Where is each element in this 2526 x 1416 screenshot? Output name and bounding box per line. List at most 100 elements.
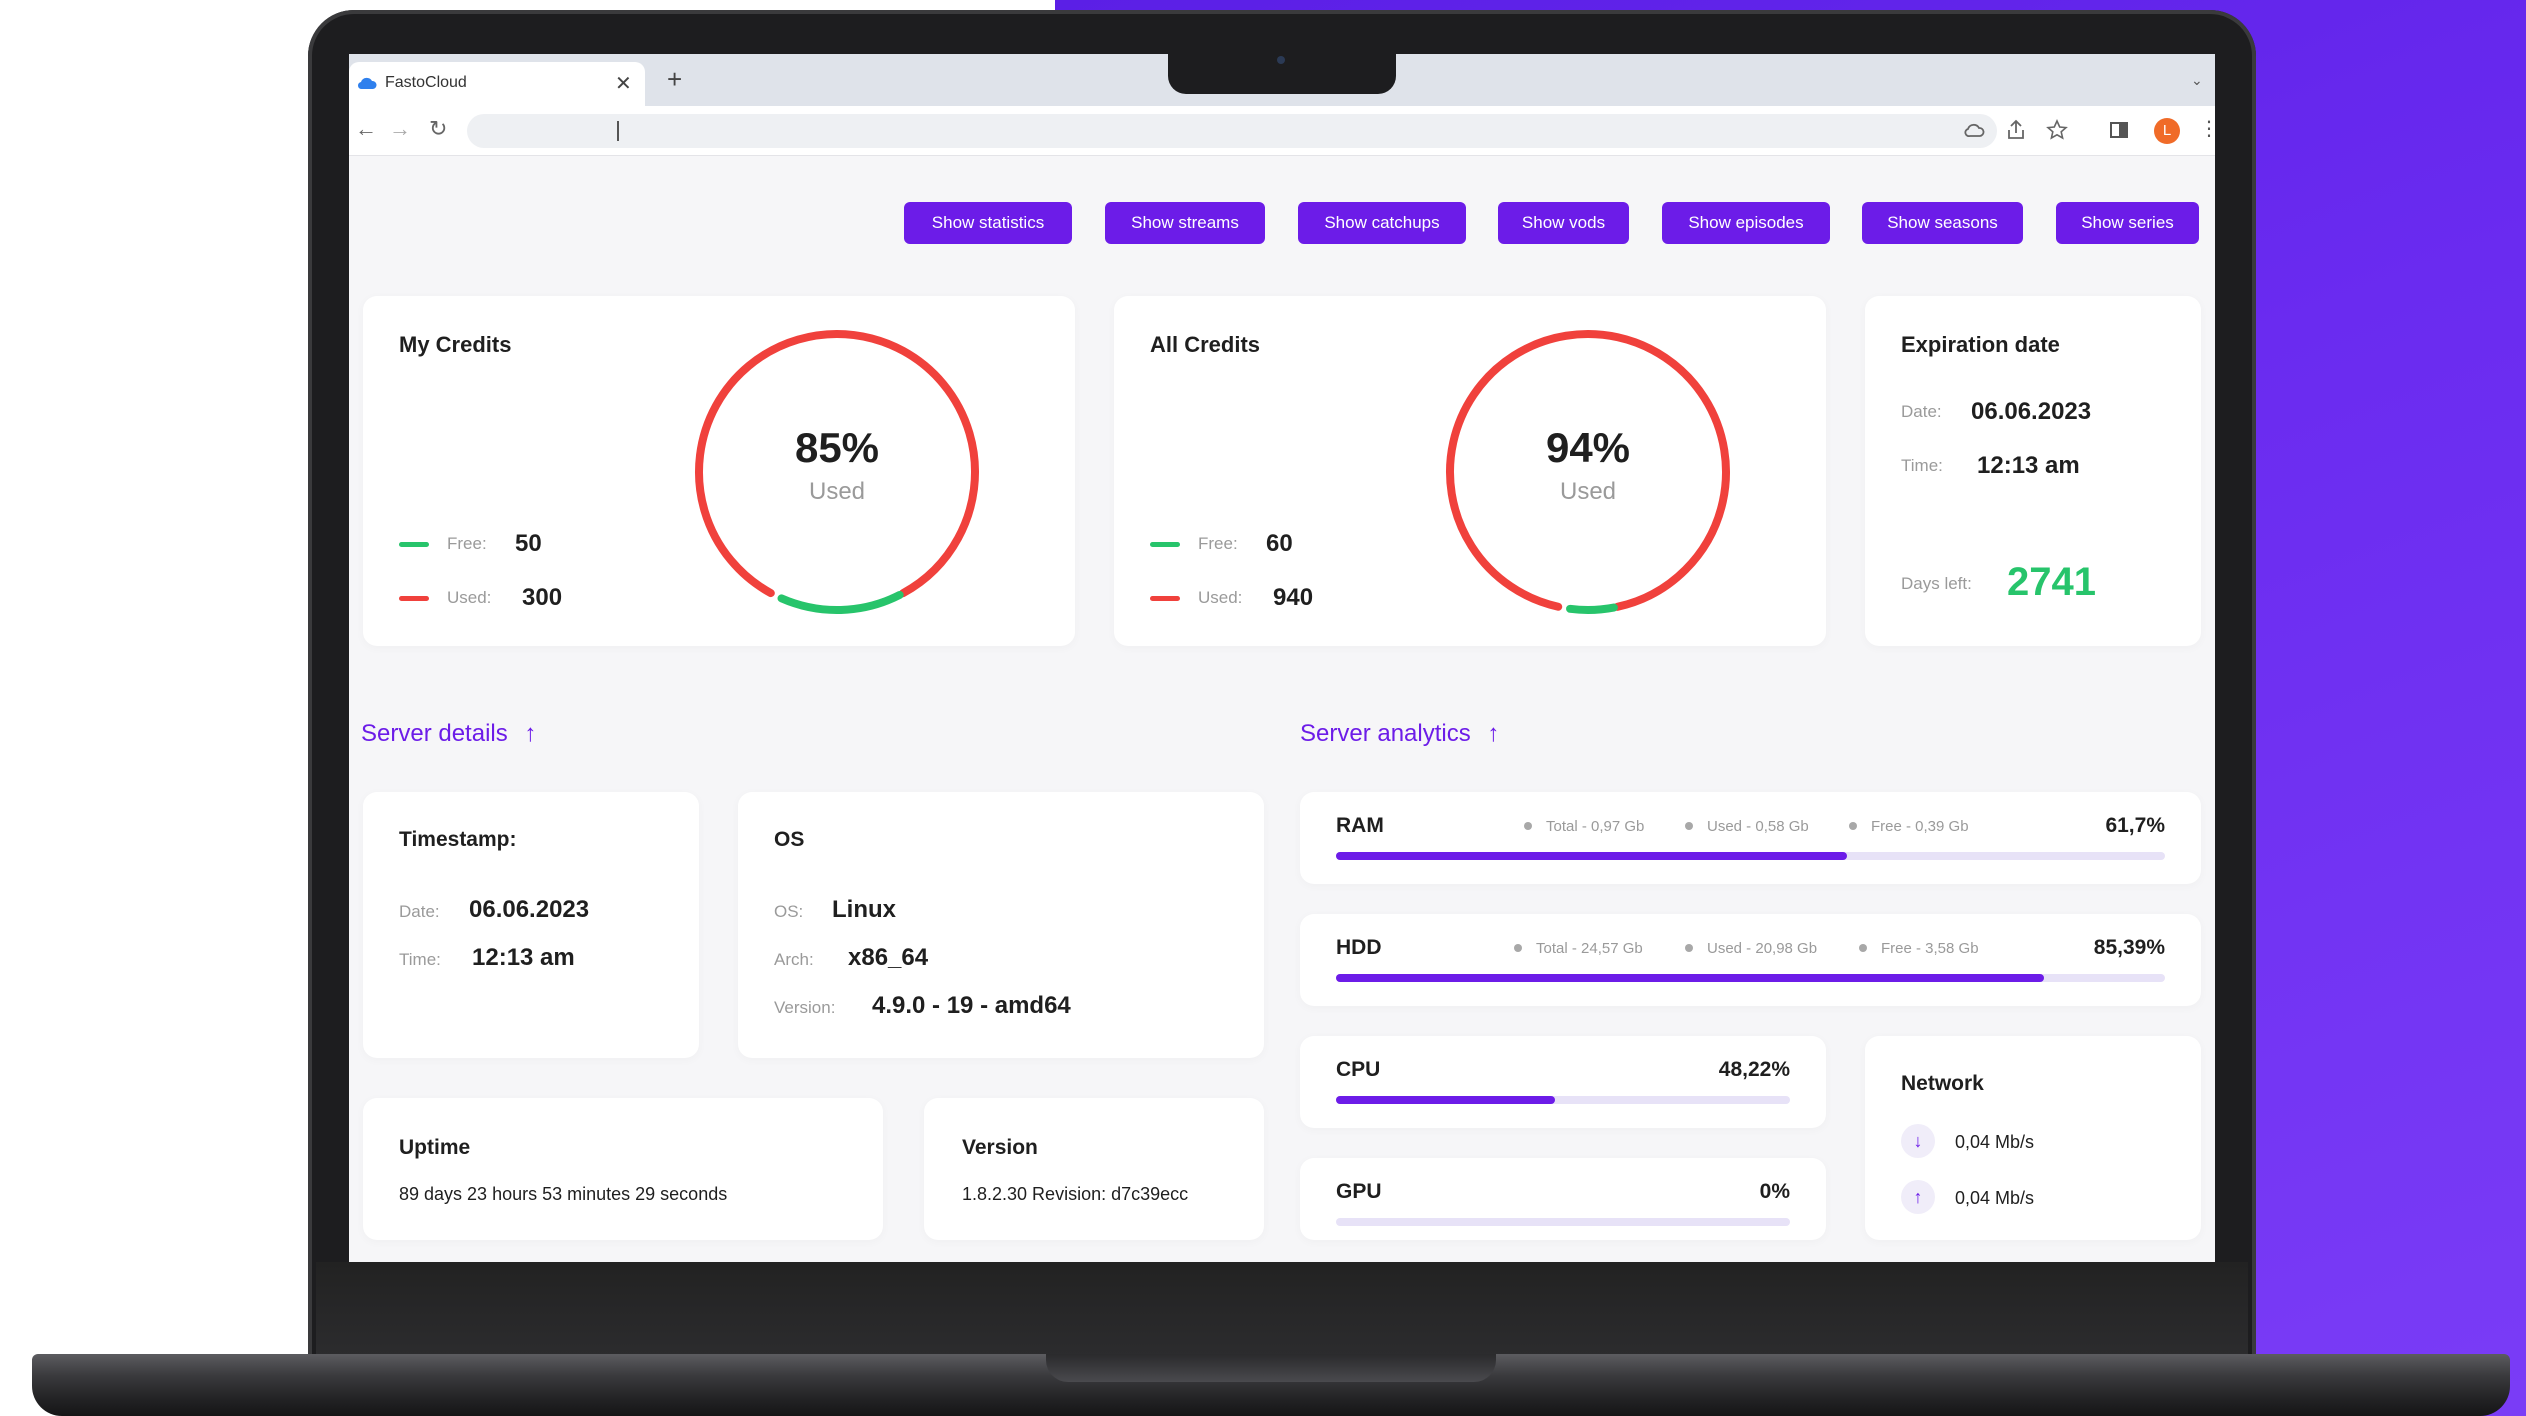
metric-name: CPU — [1336, 1058, 1381, 1081]
show-seasons-button[interactable]: Show seasons — [1862, 202, 2023, 244]
card-title: Timestamp: — [399, 828, 517, 851]
used-value: 940 — [1273, 584, 1314, 611]
card-title: All Credits — [1150, 332, 1261, 357]
ram-used: Used - 0,58 Gb — [1685, 818, 1809, 835]
show-episodes-button[interactable]: Show episodes — [1662, 202, 1830, 244]
address-bar[interactable] — [467, 114, 1997, 148]
hdd-total: Total - 24,57 Gb — [1514, 940, 1643, 957]
date-value: 06.06.2023 — [1971, 398, 2092, 425]
version-value: 1.8.2.30 Revision: d7c39ecc — [962, 1184, 1189, 1204]
metric-name: RAM — [1336, 814, 1384, 837]
arch-value: x86_64 — [848, 944, 929, 971]
card-title: Uptime — [399, 1136, 471, 1159]
version-label: Version: — [774, 998, 836, 1017]
sidebar-icon[interactable] — [2107, 118, 2131, 142]
gauge-free-arc — [1446, 330, 1730, 614]
card-title: Network — [1901, 1072, 1984, 1095]
version-value: 4.9.0 - 19 - amd64 — [872, 992, 1071, 1019]
my-credits-card: My Credits Free: 50 Used: 300 85% Used — [363, 296, 1075, 646]
used-value: 300 — [522, 584, 563, 611]
chevron-down-icon[interactable]: ⌄ — [2191, 72, 2203, 89]
used-label: Used: — [1198, 588, 1243, 607]
reload-icon[interactable]: ↻ — [429, 116, 447, 142]
hdd-free: Free - 3,58 Gb — [1859, 940, 1979, 957]
days-left-value: 2741 — [2007, 560, 2096, 604]
gpu-progress-bar — [1336, 1218, 1790, 1226]
share-icon[interactable] — [2004, 118, 2028, 142]
star-icon[interactable] — [2045, 118, 2069, 142]
all-credits-card: All Credits Free: 60 Used: 940 94% Used — [1114, 296, 1826, 646]
browser-window: FastoCloud ✕ + ⌄ ← → ↻ L ⋮ Show statisti… — [349, 54, 2215, 1262]
cpu-card: CPU 48,22% — [1300, 1036, 1826, 1128]
metric-name: GPU — [1336, 1180, 1382, 1203]
back-arrow-icon[interactable]: ← — [355, 116, 377, 142]
version-card: Version 1.8.2.30 Revision: d7c39ecc — [924, 1098, 1264, 1240]
date-value: 06.06.2023 — [469, 896, 590, 923]
metric-name: HDD — [1336, 936, 1382, 959]
show-series-button[interactable]: Show series — [2056, 202, 2199, 244]
gauge-ring — [694, 330, 979, 614]
credits-gauge: 85% Used — [691, 326, 983, 618]
hdd-percent: 85,39% — [2093, 936, 2165, 959]
browser-toolbar: ← → ↻ L ⋮ — [349, 106, 2215, 156]
hdd-progress-bar — [1336, 974, 2165, 982]
upload-arrow-icon: ↑ — [1901, 1180, 1935, 1214]
kebab-menu-icon[interactable]: ⋮ — [2199, 116, 2215, 141]
arch-label: Arch: — [774, 950, 814, 969]
hdd-card: HDD Total - 24,57 Gb Used - 20,98 Gb Fre… — [1300, 914, 2201, 1006]
time-label: Time: — [399, 950, 441, 969]
arrow-up-icon: ↑ — [524, 720, 537, 747]
free-value: 60 — [1266, 530, 1293, 557]
laptop-hinge — [1046, 1354, 1496, 1382]
used-label: Used: — [447, 588, 492, 607]
close-icon[interactable]: ✕ — [615, 71, 632, 96]
server-analytics-link[interactable]: Server analytics ↑ — [1300, 720, 1499, 748]
timestamp-card: Timestamp: Date: 06.06.2023 Time: 12:13 … — [363, 792, 699, 1058]
network-upload-value: 0,04 Mb/s — [1955, 1188, 2035, 1208]
cloud-sync-icon[interactable] — [1963, 118, 1987, 142]
gauge-used-arc — [1446, 330, 1730, 614]
ram-total: Total - 0,97 Gb — [1524, 818, 1644, 835]
ram-percent: 61,7% — [2105, 814, 2165, 837]
cpu-progress-bar — [1336, 1096, 1790, 1104]
time-value: 12:13 am — [472, 944, 575, 971]
used-legend-line — [399, 596, 429, 601]
server-details-link[interactable]: Server details ↑ — [361, 720, 536, 748]
os-value: Linux — [832, 896, 896, 923]
show-catchups-button[interactable]: Show catchups — [1298, 202, 1466, 244]
card-title: My Credits — [399, 332, 512, 357]
ram-progress-fill — [1336, 852, 1848, 860]
cloud-icon — [357, 77, 377, 90]
network-download-value: 0,04 Mb/s — [1955, 1132, 2035, 1152]
show-vods-button[interactable]: Show vods — [1498, 202, 1629, 244]
plus-icon[interactable]: + — [667, 66, 682, 92]
date-label: Date: — [1901, 402, 1942, 421]
avatar[interactable]: L — [2154, 118, 2180, 144]
gauge-free-arc — [695, 330, 979, 614]
ram-progress-bar — [1336, 852, 2165, 860]
gauge-label: Used — [808, 478, 866, 505]
show-streams-button[interactable]: Show streams — [1105, 202, 1265, 244]
free-label: Free: — [1198, 534, 1238, 553]
gpu-card: GPU 0% — [1300, 1158, 1826, 1240]
network-card: Network ↓ 0,04 Mb/s ↑ 0,04 Mb/s — [1865, 1036, 2201, 1240]
gauge-used-arc — [694, 330, 979, 614]
os-label: OS: — [774, 902, 804, 921]
uptime-card: Uptime 89 days 23 hours 53 minutes 29 se… — [363, 1098, 883, 1240]
tab-title: FastoCloud — [385, 74, 467, 91]
gpu-percent: 0% — [1759, 1180, 1790, 1203]
days-left-label: Days left: — [1901, 574, 1972, 593]
credits-gauge: 94% Used — [1442, 326, 1734, 618]
ram-free: Free - 0,39 Gb — [1849, 818, 1969, 835]
forward-arrow-icon[interactable]: → — [389, 116, 411, 142]
gauge-label: Used — [1559, 478, 1617, 505]
time-value: 12:13 am — [1977, 452, 2080, 479]
gauge-percent: 85% — [794, 424, 880, 471]
free-legend-line — [1150, 542, 1180, 547]
cpu-percent: 48,22% — [1718, 1058, 1790, 1081]
browser-tab[interactable]: FastoCloud ✕ — [349, 62, 645, 106]
server-details-label: Server details — [361, 720, 508, 747]
cpu-progress-fill — [1336, 1096, 1555, 1104]
show-statistics-button[interactable]: Show statistics — [904, 202, 1072, 244]
ram-card: RAM Total - 0,97 Gb Used - 0,58 Gb Free … — [1300, 792, 2201, 884]
